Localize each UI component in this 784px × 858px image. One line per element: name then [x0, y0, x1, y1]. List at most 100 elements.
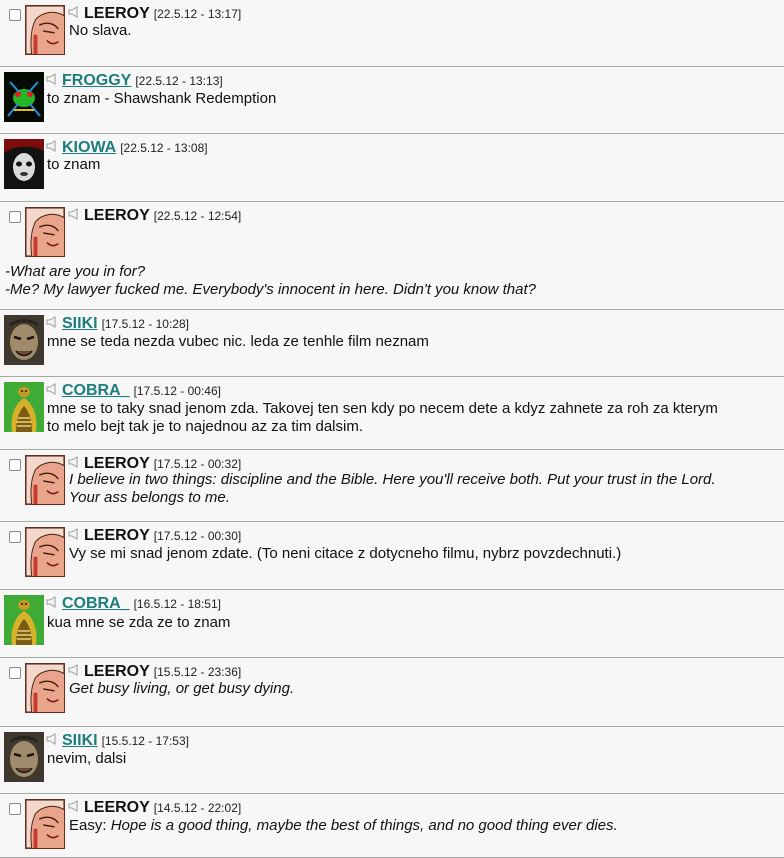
timestamp: [17.5.12 - 00:30]: [153, 529, 242, 543]
message-header: SIIKI [17.5.12 - 10:28]: [46, 314, 189, 334]
speaker-icon[interactable]: [68, 526, 82, 546]
select-checkbox[interactable]: [9, 667, 21, 679]
avatar[interactable]: [25, 799, 65, 849]
message-feed: LEEROY [22.5.12 - 13:17] No slava. FROGGY [2…: [0, 0, 784, 858]
timestamp: [22.5.12 - 12:54]: [153, 209, 242, 223]
message-header: LEEROY [22.5.12 - 13:17]: [68, 4, 241, 24]
username[interactable]: SIIKI: [62, 315, 98, 332]
message-text-plain: nevim, dalsi: [47, 750, 127, 767]
timestamp: [22.5.12 - 13:13]: [135, 74, 223, 88]
speaker-icon[interactable]: [46, 71, 60, 91]
select-checkbox[interactable]: [9, 211, 21, 223]
message-text-plain: No slava.: [69, 22, 132, 39]
message-text-plain: to znam: [47, 156, 101, 173]
message-text-quote: Hope is a good thing, maybe the best of …: [110, 817, 618, 834]
username[interactable]: KIOWA: [62, 139, 116, 156]
message-post: LEEROY [15.5.12 - 23:36] Get busy living, …: [0, 658, 784, 727]
message-text: mne se teda nezda vubec nic. leda ze ten…: [47, 333, 770, 351]
message-text: kua mne se zda ze to znam: [47, 614, 770, 632]
message-post: LEEROY [22.5.12 - 13:17] No slava.: [0, 0, 784, 67]
message-line: Get busy living, or get busy dying.: [69, 680, 770, 698]
message-line: to znam - Shawshank Redemption: [47, 90, 770, 108]
timestamp: [15.5.12 - 23:36]: [153, 665, 242, 679]
speaker-icon[interactable]: [68, 206, 82, 226]
avatar[interactable]: [4, 72, 44, 122]
select-checkbox[interactable]: [9, 459, 21, 471]
message-text: I believe in two things: discipline and …: [69, 471, 770, 507]
username[interactable]: SIIKI: [62, 732, 98, 749]
message-header: LEEROY [15.5.12 - 23:36]: [68, 662, 241, 682]
avatar[interactable]: [4, 315, 44, 365]
message-text-plain: to melo bejt tak je to najednou az za ti…: [47, 418, 363, 435]
speaker-icon[interactable]: [46, 731, 60, 751]
message-text-quote: I believe in two things: discipline and …: [69, 471, 716, 488]
message-text: No slava.: [69, 22, 770, 40]
message-header: KIOWA [22.5.12 - 13:08]: [46, 138, 208, 158]
message-header: SIIKI [15.5.12 - 17:53]: [46, 731, 189, 751]
message-header: LEEROY [17.5.12 - 00:30]: [68, 526, 241, 546]
avatar[interactable]: [4, 595, 44, 645]
speaker-icon[interactable]: [68, 798, 82, 818]
message-text-plain: mne se teda nezda vubec nic. leda ze ten…: [47, 333, 429, 350]
message-post: LEEROY [14.5.12 - 22:02] Easy: Hope is a g…: [0, 794, 784, 858]
speaker-icon[interactable]: [46, 381, 60, 401]
avatar[interactable]: [4, 732, 44, 782]
timestamp: [22.5.12 - 13:08]: [120, 141, 208, 155]
message-post: LEEROY [17.5.12 - 00:30] Vy se mi snad jen…: [0, 522, 784, 590]
message-text-plain: mne se to taky snad jenom zda. Takovej t…: [47, 400, 718, 417]
avatar[interactable]: [25, 663, 65, 713]
speaker-icon[interactable]: [46, 314, 60, 334]
message-line: Vy se mi snad jenom zdate. (To neni cita…: [69, 545, 770, 563]
message-line: No slava.: [69, 22, 770, 40]
timestamp: [16.5.12 - 18:51]: [133, 597, 221, 611]
avatar[interactable]: [25, 5, 65, 55]
avatar[interactable]: [25, 527, 65, 577]
timestamp: [17.5.12 - 10:28]: [101, 317, 189, 331]
message-text: to znam: [47, 156, 770, 174]
message-text: Easy: Hope is a good thing, maybe the be…: [69, 817, 770, 835]
username: LEEROY: [84, 5, 150, 22]
username[interactable]: FROGGY: [62, 72, 131, 89]
message-text: Vy se mi snad jenom zdate. (To neni cita…: [69, 545, 770, 563]
message-line: mne se to taky snad jenom zda. Takovej t…: [47, 400, 770, 418]
username: LEEROY: [84, 455, 150, 472]
timestamp: [17.5.12 - 00:46]: [133, 384, 221, 398]
message-post: FROGGY [22.5.12 - 13:13] to znam - Shawsha…: [0, 67, 784, 134]
message-line: to melo bejt tak je to najednou az za ti…: [47, 418, 770, 436]
username[interactable]: COBRA_: [62, 595, 130, 612]
message-post: COBRA_ [16.5.12 - 18:51] kua mne se zda ze…: [0, 590, 784, 658]
message-line: -What are you in for?: [5, 263, 770, 281]
message-line: nevim, dalsi: [47, 750, 770, 768]
message-text: mne se to taky snad jenom zda. Takovej t…: [47, 400, 770, 436]
timestamp: [14.5.12 - 22:02]: [153, 801, 242, 815]
message-text-quote: Your ass belongs to me.: [69, 489, 230, 506]
select-checkbox[interactable]: [9, 803, 21, 815]
message-text-quote: -Me? My lawyer fucked me. Everybody's in…: [5, 281, 536, 298]
message-text-plain: kua mne se zda ze to znam: [47, 614, 231, 631]
speaker-icon[interactable]: [46, 594, 60, 614]
avatar[interactable]: [4, 139, 44, 189]
select-checkbox[interactable]: [9, 531, 21, 543]
message-text-quote: -What are you in for?: [5, 263, 146, 280]
avatar[interactable]: [25, 455, 65, 505]
message-line: kua mne se zda ze to znam: [47, 614, 770, 632]
message-text: -What are you in for? -Me? My lawyer fuck…: [5, 263, 770, 299]
message-header: COBRA_ [17.5.12 - 00:46]: [46, 381, 221, 401]
avatar[interactable]: [25, 207, 65, 257]
message-line: Easy: Hope is a good thing, maybe the be…: [69, 817, 770, 835]
message-post: SIIKI [15.5.12 - 17:53] nevim, dalsi: [0, 727, 784, 794]
username: LEEROY: [84, 663, 150, 680]
timestamp: [15.5.12 - 17:53]: [101, 734, 189, 748]
message-header: LEEROY [14.5.12 - 22:02]: [68, 798, 241, 818]
username: LEEROY: [84, 207, 150, 224]
username[interactable]: COBRA_: [62, 382, 130, 399]
message-header: COBRA_ [16.5.12 - 18:51]: [46, 594, 221, 614]
avatar[interactable]: [4, 382, 44, 432]
select-checkbox[interactable]: [9, 9, 21, 21]
message-text: to znam - Shawshank Redemption: [47, 90, 770, 108]
timestamp: [17.5.12 - 00:32]: [153, 457, 242, 471]
timestamp: [22.5.12 - 13:17]: [153, 7, 242, 21]
username: LEEROY: [84, 799, 150, 816]
message-line: mne se teda nezda vubec nic. leda ze ten…: [47, 333, 770, 351]
message-text-quote: Get busy living, or get busy dying.: [69, 680, 295, 697]
